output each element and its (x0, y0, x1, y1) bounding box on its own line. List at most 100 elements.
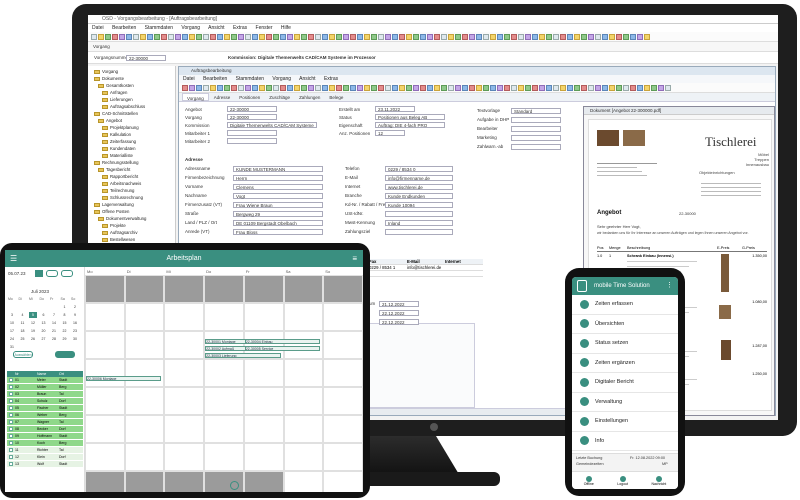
tree-item[interactable]: Zeiterfassung (90, 138, 175, 145)
menu-item[interactable]: Vorgang (272, 76, 291, 82)
toolbar-button[interactable] (574, 33, 580, 40)
toolbar-button[interactable] (518, 33, 524, 40)
toolbar-button[interactable] (252, 33, 258, 40)
toolbar-button[interactable] (350, 84, 356, 91)
toolbar-button[interactable] (91, 33, 97, 40)
calendar-day[interactable]: 8 (61, 312, 69, 318)
toolbar-button[interactable] (602, 84, 608, 91)
toolbar-button[interactable] (490, 33, 496, 40)
toolbar-button[interactable] (315, 84, 321, 91)
toolbar-button[interactable] (602, 33, 608, 40)
tree-item[interactable]: Angebot (90, 117, 175, 124)
calendar-day[interactable]: 15 (61, 320, 69, 326)
toolbar-button[interactable] (567, 84, 573, 91)
calendar-day[interactable]: 30 (71, 336, 79, 342)
toolbar-button[interactable] (133, 33, 139, 40)
tree-item[interactable]: Auftragsabschluss (90, 103, 175, 110)
calendar-cell[interactable] (164, 359, 205, 387)
calendar-cell[interactable] (283, 275, 324, 303)
calendar-event[interactable]: 22-30005 Service (244, 346, 321, 352)
calendar-day[interactable]: 10 (8, 320, 16, 326)
toolbar-button[interactable] (434, 33, 440, 40)
toolbar-button[interactable] (637, 84, 643, 91)
calendar-cell[interactable] (85, 303, 125, 331)
menu-item[interactable]: Bearbeiten (112, 25, 136, 31)
employee-row[interactable]: 08 Becker Dorf (7, 426, 83, 433)
toolbar-button[interactable] (217, 84, 223, 91)
toolbar-button[interactable] (462, 84, 468, 91)
toolbar-button[interactable] (623, 33, 629, 40)
prev-button[interactable] (46, 270, 58, 277)
toolbar-button[interactable] (364, 33, 370, 40)
menu-item[interactable]: Stammdaten (236, 76, 264, 82)
toolbar-button[interactable] (448, 33, 454, 40)
calendar-day[interactable]: 1 (61, 304, 69, 310)
calendar-day[interactable]: 22 (61, 328, 69, 334)
toolbar-button[interactable] (623, 84, 629, 91)
toolbar-button[interactable] (329, 84, 335, 91)
toolbar-button[interactable] (511, 84, 517, 91)
tree-item[interactable]: Lagerverwaltung (90, 201, 175, 208)
toolbar-button[interactable] (140, 33, 146, 40)
toolbar-button[interactable] (168, 33, 174, 40)
toolbar-button[interactable] (126, 33, 132, 40)
menu-item[interactable]: Hilfe (281, 25, 291, 31)
toolbar-button[interactable] (644, 33, 650, 40)
toolbar-button[interactable] (616, 33, 622, 40)
tree-item[interactable]: Rapportbericht (90, 173, 175, 180)
toolbar-button[interactable] (280, 33, 286, 40)
toolbar-button[interactable] (147, 33, 153, 40)
tab-positionen[interactable]: Positionen (235, 93, 264, 101)
toolbar-button[interactable] (546, 33, 552, 40)
toolbar-button[interactable] (560, 84, 566, 91)
toolbar-button[interactable] (259, 33, 265, 40)
toolbar-button[interactable] (392, 84, 398, 91)
calendar-cell[interactable] (85, 471, 125, 492)
calendar-day[interactable]: 19 (29, 328, 37, 334)
menu-item[interactable]: Vorgang (181, 25, 200, 31)
toolbar-button[interactable] (609, 84, 615, 91)
toolbar-button[interactable] (539, 84, 545, 91)
toolbar-button[interactable] (546, 84, 552, 91)
nav-logout[interactable]: Logout (617, 475, 628, 486)
next-button[interactable] (61, 270, 73, 277)
calendar-cell[interactable] (124, 331, 165, 359)
calendar-day[interactable]: 5 (29, 312, 37, 318)
tab-adresse[interactable]: Adresse (210, 93, 235, 101)
calendar-cell[interactable] (124, 415, 165, 443)
calendar-cell[interactable] (164, 303, 205, 331)
toolbar-button[interactable] (336, 84, 342, 91)
toolbar-button[interactable] (294, 84, 300, 91)
menu-item[interactable]: Extras (233, 25, 247, 31)
checkbox[interactable] (9, 420, 13, 424)
calendar-event[interactable]: 22-30006 Montage (86, 375, 162, 381)
phone-menu-item[interactable]: Zeiten ergänzen (572, 354, 678, 373)
nav-message[interactable]: Nachricht (651, 475, 666, 486)
toolbar-button[interactable] (217, 33, 223, 40)
toolbar-button[interactable] (308, 84, 314, 91)
toolbar-button[interactable] (294, 33, 300, 40)
calendar-cell[interactable] (164, 443, 205, 471)
toolbar-button[interactable] (182, 84, 188, 91)
form-input[interactable] (511, 144, 561, 150)
toolbar-button[interactable] (399, 33, 405, 40)
toolbar-button[interactable] (532, 84, 538, 91)
toolbar-button[interactable] (280, 84, 286, 91)
calendar-day[interactable]: 2 (71, 304, 79, 310)
eigenschaft-input[interactable]: Auftrag: DIE 4-fach PRO (375, 122, 445, 128)
toolbar-button[interactable] (182, 33, 188, 40)
calendar-cell[interactable] (283, 415, 324, 443)
toolbar-button[interactable] (336, 33, 342, 40)
toolbar-button[interactable] (427, 84, 433, 91)
form-input[interactable] (511, 126, 561, 132)
phone-menu-item[interactable]: Info (572, 432, 678, 451)
calendar-cell[interactable] (124, 443, 165, 471)
toolbar-button[interactable] (364, 84, 370, 91)
calendar-cell[interactable] (323, 471, 363, 492)
toolbar-button[interactable] (455, 84, 461, 91)
toolbar-button[interactable] (231, 84, 237, 91)
calendar-cell[interactable] (85, 275, 125, 303)
toolbar-button[interactable] (245, 33, 251, 40)
calendar-cell[interactable] (164, 471, 205, 492)
toolbar-button[interactable] (259, 84, 265, 91)
